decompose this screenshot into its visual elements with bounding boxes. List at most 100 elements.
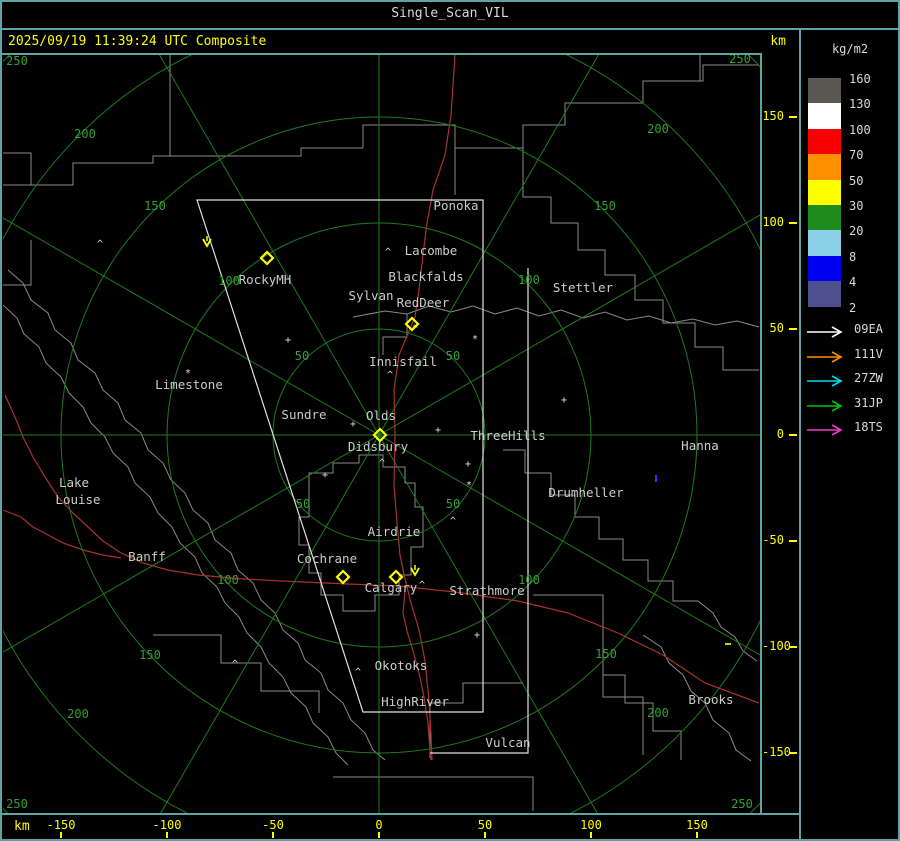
right-axis-tick: [789, 752, 797, 754]
city-label: Strathmore: [449, 583, 524, 598]
ring-distance-label: 200: [67, 707, 89, 721]
bottom-axis-label: -100: [152, 818, 182, 832]
city-label: Didsbury: [348, 439, 409, 454]
ring-distance-label: 200: [647, 122, 669, 136]
town-marker: ^: [379, 458, 385, 469]
city-label: Drumheller: [548, 485, 624, 500]
km-unit-bottom: km: [14, 819, 30, 834]
ring-distance-label: 50: [296, 497, 310, 511]
town-marker: ^: [450, 516, 456, 527]
track-id-label: 31JP: [854, 395, 883, 410]
right-axis-tick: [789, 646, 797, 648]
municipal-boundary: [697, 600, 758, 662]
bottom-axis-label: -50: [262, 818, 284, 832]
track-arrow-icon: [806, 348, 850, 363]
vil-echo: [725, 643, 731, 645]
track-arrow-icon: [806, 323, 850, 338]
city-label: Sundre: [281, 407, 326, 422]
city-label: Banff: [128, 549, 166, 564]
scale-value-label: 20: [849, 224, 864, 239]
bottom-axis-tick: [696, 832, 698, 838]
radar-app-window: Single_Scan_VIL 2025/09/19 11:39:24 UTC …: [0, 0, 900, 841]
right-axis-tick: [789, 328, 797, 330]
scale-color-block: [808, 103, 841, 130]
track-arrow-icon: [806, 421, 850, 437]
bottom-axis-label: -150: [46, 818, 76, 832]
town-marker: ^: [355, 667, 361, 678]
ring-distance-label: 100: [218, 274, 240, 288]
highway-road: [3, 509, 122, 559]
scale-value-label: 70: [849, 148, 864, 163]
track-id-label: 27ZW: [854, 371, 883, 386]
scale-value-label: 100: [849, 122, 871, 137]
map-border-bottom: [0, 813, 799, 815]
track-id-label: 111V: [854, 346, 883, 361]
ring-distance-label: 150: [139, 648, 161, 662]
municipal-boundary: [7, 269, 386, 761]
town-marker: +: [435, 425, 441, 436]
scale-color-block: [808, 230, 841, 257]
title-bar: Single_Scan_VIL: [0, 0, 900, 26]
ring-distance-label: 250: [729, 55, 751, 66]
right-axis-label: 50: [769, 321, 784, 335]
bottom-axis-tick: [590, 832, 592, 838]
right-axis-tick: [789, 116, 797, 118]
city-label: Olds: [366, 408, 396, 423]
scale-value-label: 2: [849, 300, 857, 315]
bottom-axis-label: 100: [580, 818, 602, 832]
municipal-boundary: [3, 147, 363, 186]
scale-color-block: [808, 78, 841, 104]
municipal-boundary: [603, 674, 682, 760]
town-marker: +: [350, 419, 356, 430]
city-label: Blackfalds: [388, 269, 463, 284]
legend-divider: [799, 28, 801, 841]
scale-color-block: [808, 255, 841, 282]
ring-distance-label: 250: [731, 797, 753, 811]
municipal-boundary: [362, 124, 456, 195]
highway-road: [393, 55, 456, 761]
bottom-axis-label: 0: [375, 818, 383, 832]
scale-value-label: 130: [849, 97, 871, 112]
town-marker: +: [285, 335, 291, 346]
city-label: Lake: [59, 475, 89, 490]
city-label: RockyMH: [239, 272, 292, 287]
track-arrow-icon: [806, 397, 850, 412]
town-marker: +: [465, 459, 471, 470]
frame-left: [0, 0, 2, 841]
town-marker: +: [322, 470, 328, 481]
city-label: Ponoka: [433, 198, 478, 213]
city-label: ThreeHills: [470, 428, 545, 443]
city-label: Cochrane: [297, 551, 357, 566]
bottom-axis-tick: [272, 832, 274, 838]
radar-map[interactable]: 50 5050 50100 100100 100150 150150 150200 20020…: [3, 55, 760, 813]
ring-distance-label: 200: [647, 706, 669, 720]
right-axis-label: 0: [776, 427, 784, 441]
city-label: Stettler: [553, 280, 614, 295]
bottom-axis-label: 150: [686, 818, 708, 832]
scan-sector-outline: [430, 268, 529, 754]
ring-distance-label: 150: [595, 647, 617, 661]
city-label: Louise: [55, 492, 100, 507]
radar-site-marker: [335, 569, 351, 585]
track-arrow-icon: [806, 372, 850, 387]
km-unit-top: km: [770, 34, 786, 49]
title-separator: [0, 28, 900, 30]
city-label: Hanna: [681, 438, 719, 453]
ring-distance-label: 150: [144, 199, 166, 213]
scale-color-block: [808, 128, 841, 155]
municipal-boundary: [522, 148, 759, 371]
city-label: HighRiver: [381, 694, 449, 709]
right-axis-tick: [789, 434, 797, 436]
ring-distance-label: 50: [446, 349, 460, 363]
scale-color-block: [808, 154, 841, 181]
city-label: Lacombe: [405, 243, 458, 258]
town-marker: *: [466, 480, 472, 491]
scale-value-label: 30: [849, 199, 864, 213]
town-marker: ^: [97, 239, 103, 250]
city-label: Airdrie: [368, 524, 421, 539]
ring-distance-label: 100: [518, 273, 540, 287]
municipal-boundary: [333, 776, 534, 811]
scale-value-label: 160: [849, 72, 871, 86]
ring-distance-label: 200: [74, 127, 96, 141]
municipal-boundary: [153, 634, 320, 713]
